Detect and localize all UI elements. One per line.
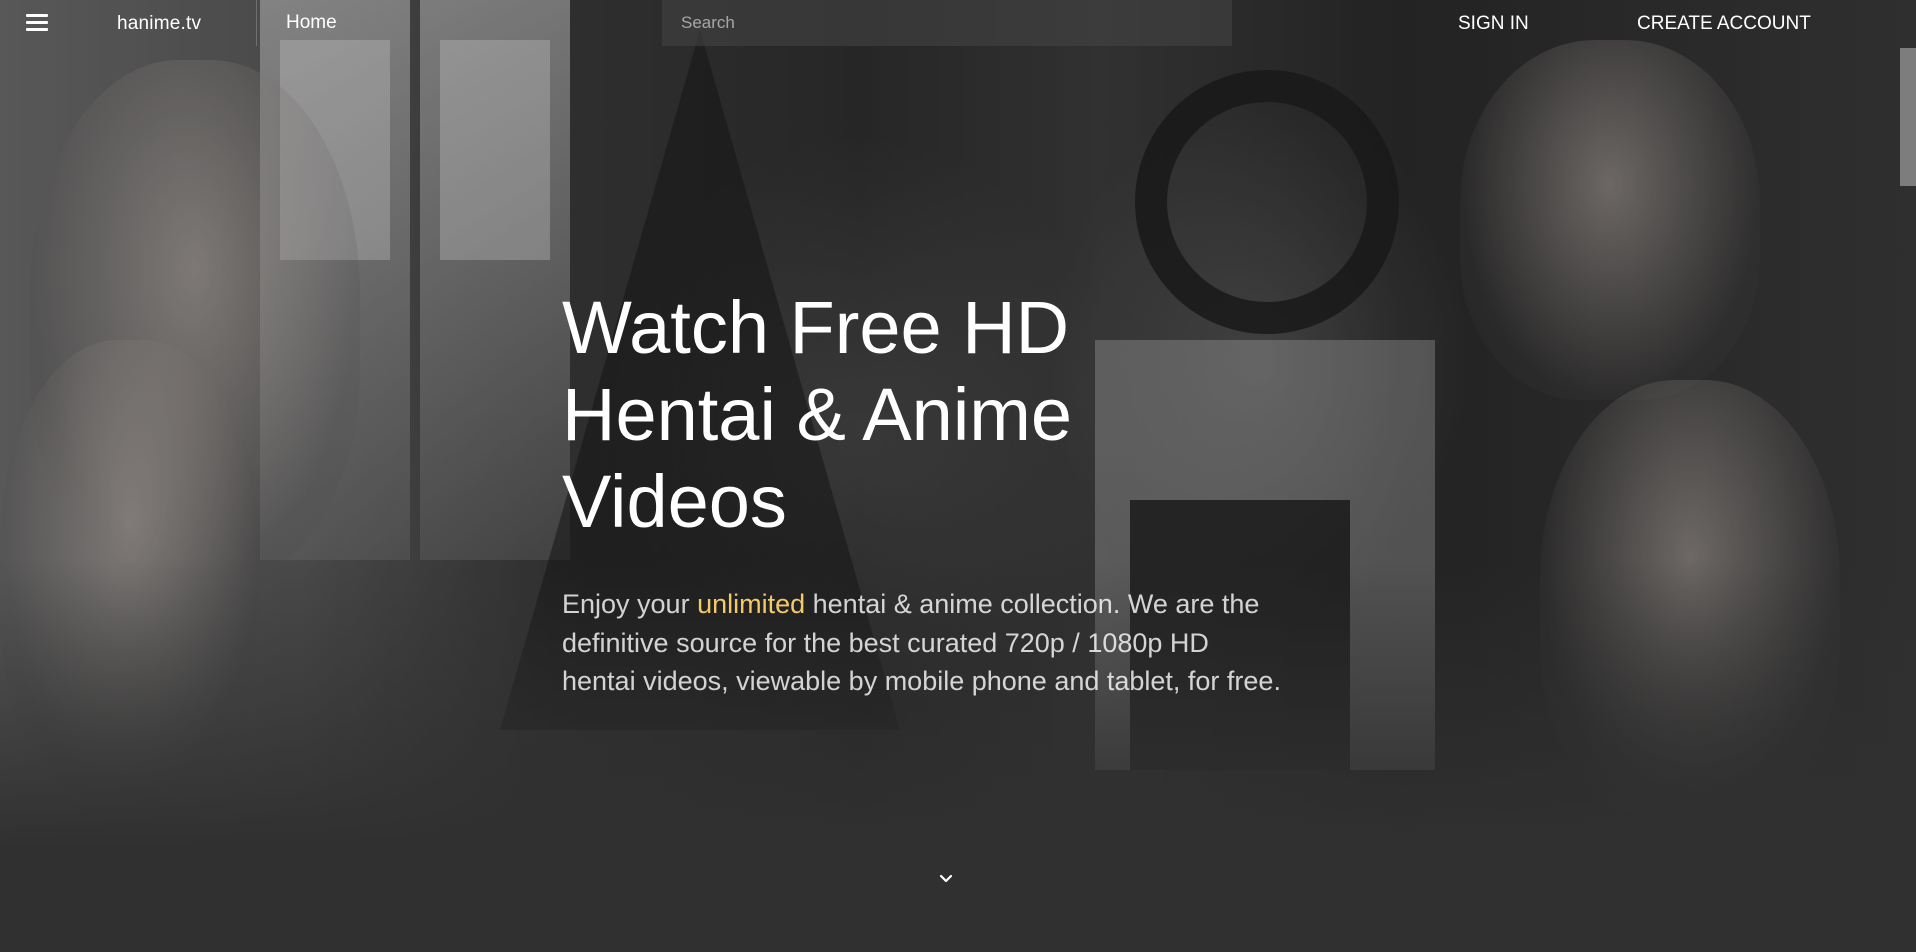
nav-home-link[interactable]: Home bbox=[286, 12, 337, 34]
sign-in-button[interactable]: SIGN IN bbox=[1458, 13, 1529, 35]
hero-desc-text: Enjoy your bbox=[562, 589, 698, 619]
hero-desc-text: hentai videos, viewable by mobile phone … bbox=[562, 666, 1281, 696]
top-navigation-bar: hanime.tv Home SIGN IN CREATE ACCOUNT bbox=[0, 0, 1916, 46]
search-input[interactable] bbox=[662, 0, 1232, 46]
site-logo-link[interactable]: hanime.tv bbox=[117, 13, 201, 35]
hero-title-line: Hentai & Anime bbox=[562, 373, 1073, 456]
hero-desc-text: hentai & anime collection. We are the bbox=[805, 589, 1260, 619]
page: hanime.tv Home SIGN IN CREATE ACCOUNT Wa… bbox=[0, 0, 1916, 952]
page-scrollbar-thumb[interactable] bbox=[1900, 48, 1916, 186]
hero-desc-text: definitive source for the best curated 7… bbox=[562, 627, 1209, 658]
hero-description: Enjoy your unlimited hentai & anime coll… bbox=[562, 585, 1362, 701]
hero-desc-highlight: unlimited bbox=[697, 589, 806, 619]
hero-title-line: Watch Free HD bbox=[562, 286, 1070, 369]
hamburger-menu-icon[interactable] bbox=[22, 12, 52, 34]
hero-title-line: Videos bbox=[562, 460, 787, 543]
nav-divider bbox=[256, 0, 257, 46]
create-account-button[interactable]: CREATE ACCOUNT bbox=[1637, 13, 1811, 35]
hero-title: Watch Free HD Hentai & Anime Videos bbox=[562, 284, 1202, 545]
hero-section: Watch Free HD Hentai & Anime Videos Enjo… bbox=[562, 284, 1362, 701]
chevron-down-icon[interactable] bbox=[937, 870, 955, 888]
